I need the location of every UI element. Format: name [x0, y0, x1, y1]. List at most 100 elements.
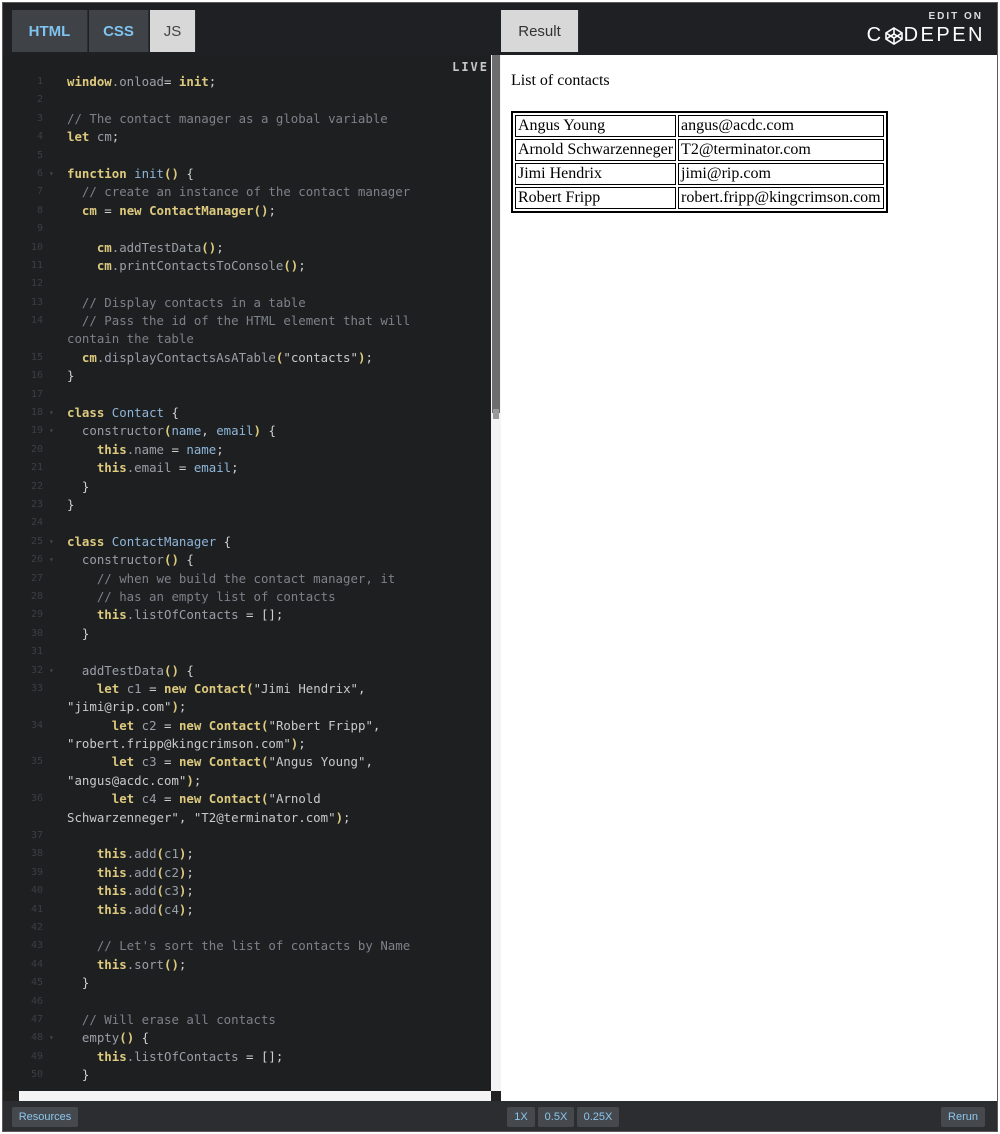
code-text: } [67, 1066, 89, 1084]
code-token: , [365, 754, 373, 770]
tab-js[interactable]: JS [150, 10, 196, 52]
editor-vertical-scrollbar[interactable] [491, 55, 501, 1091]
fold-arrow-icon[interactable]: ▾ [49, 662, 67, 680]
tab-css[interactable]: CSS [89, 10, 149, 52]
scrollbar-thumb[interactable] [492, 55, 500, 413]
code-token: () [119, 1030, 135, 1046]
code-token: ( [156, 883, 164, 899]
line-number: 14 [30, 315, 43, 327]
code-text: let c2 = new Contact("Robert Fripp", [67, 717, 381, 735]
gutter-spacer [49, 110, 67, 128]
code-text: // The contact manager as a global varia… [67, 110, 388, 128]
code-token: () [163, 662, 179, 678]
code-text: this.sort(); [67, 956, 187, 974]
gutter-spacer [49, 73, 67, 91]
line-number: 46 [30, 995, 43, 1007]
code-token: // Display contacts in a table [81, 294, 306, 310]
code-token: ContactManager [111, 533, 217, 549]
code-token: this [96, 441, 127, 457]
code-text: } [67, 367, 74, 385]
code-token: () [201, 239, 217, 255]
code-text: this.add(c1); [67, 845, 194, 863]
contacts-table: Angus Young angus@acdc.com Arnold Schwarze… [511, 111, 888, 213]
fold-arrow-icon[interactable]: ▾ [49, 404, 67, 422]
code-token: ) [171, 699, 179, 715]
zoom-05x-button[interactable]: 0.5X [538, 1107, 574, 1127]
line-number [3, 698, 49, 716]
line-number: 25 [30, 535, 43, 547]
resources-button[interactable]: Resources [12, 1107, 78, 1127]
line-number: 49 [30, 1050, 43, 1062]
code-token: this [96, 607, 127, 623]
rerun-button[interactable]: Rerun [941, 1107, 985, 1127]
line-number: 38 [30, 848, 43, 860]
code-text: } [67, 625, 89, 643]
code-line: 6 ▾ function init() { [3, 165, 483, 183]
code-token: ; [216, 239, 224, 255]
code-token: } [67, 1067, 90, 1083]
code-token: "robert.fripp@kingcrimson.com" [67, 736, 291, 752]
line-number: 24 [30, 517, 43, 529]
fold-arrow-icon[interactable]: ▾ [49, 165, 67, 183]
zoom-025x-button[interactable]: 0.25X [577, 1107, 619, 1127]
code-token: = [156, 754, 179, 770]
code-token: { [178, 165, 194, 181]
line-number: 31 [30, 646, 43, 658]
line-number: 12 [30, 278, 43, 290]
edit-on-codepen-link[interactable]: EDIT ON C DEPEN [865, 9, 985, 49]
code-token: = []; [238, 1048, 284, 1064]
code-token: .listOfContacts [126, 607, 239, 623]
code-token: Contact [111, 405, 164, 421]
code-token: this [96, 883, 127, 899]
editor-horizontal-scrollbar[interactable] [19, 1091, 491, 1101]
gutter-spacer [49, 606, 67, 624]
code-token: name [171, 423, 202, 439]
bottom-bar: Resources 1X 0.5X 0.25X Rerun [3, 1101, 997, 1131]
code-line: 33 let c1 = new Contact("Jimi Hendrix", [3, 680, 483, 698]
code-line: 15 cm.displayContactsAsATable("contacts"… [3, 349, 483, 367]
code-text: // Let's sort the list of contacts by Na… [67, 937, 410, 955]
fold-arrow-icon[interactable]: ▾ [49, 551, 67, 569]
code-token: { [164, 405, 179, 421]
line-number: 29 [30, 609, 43, 621]
code-line: 10 cm.addTestData(); [3, 239, 483, 257]
fold-arrow-icon[interactable]: ▾ [49, 422, 67, 440]
code-token: "Angus Young" [268, 754, 366, 770]
code-token: ) [253, 423, 261, 439]
code-token: new [178, 717, 202, 733]
fold-arrow-icon[interactable]: ▾ [49, 533, 67, 551]
code-line: 30 } [3, 625, 483, 643]
gutter-spacer [49, 441, 67, 459]
tab-html[interactable]: HTML [12, 10, 88, 52]
line-number: 41 [30, 903, 43, 915]
code-line: 40 this.add(c3); [3, 882, 483, 900]
tab-result[interactable]: Result [501, 10, 579, 52]
zoom-1x-button[interactable]: 1X [507, 1107, 535, 1127]
code-token: ; [298, 736, 306, 752]
line-number: 48 [30, 1032, 43, 1044]
code-token: .sort [126, 956, 164, 972]
gutter-spacer [49, 919, 67, 937]
result-heading: List of contacts [511, 72, 610, 89]
code-text: class ContactManager { [67, 533, 231, 551]
line-number: 40 [30, 885, 43, 897]
scrollbar-grip[interactable] [493, 409, 499, 419]
js-code-editor[interactable]: LIVE 1 window.onload= init; 2 3// The conta… [3, 55, 491, 1091]
code-token: Schwarzenneger" [67, 809, 179, 825]
code-text: // when we build the contact manager, it [67, 570, 395, 588]
code-token: = [141, 680, 165, 696]
code-token: "Arnold [268, 791, 321, 807]
code-line: 12 [3, 275, 483, 293]
code-text: } [67, 478, 89, 496]
fold-arrow-icon[interactable]: ▾ [49, 1029, 67, 1047]
code-token: Contact( [208, 754, 269, 770]
code-token: contain the table [67, 331, 194, 347]
code-token: ; [111, 129, 120, 145]
